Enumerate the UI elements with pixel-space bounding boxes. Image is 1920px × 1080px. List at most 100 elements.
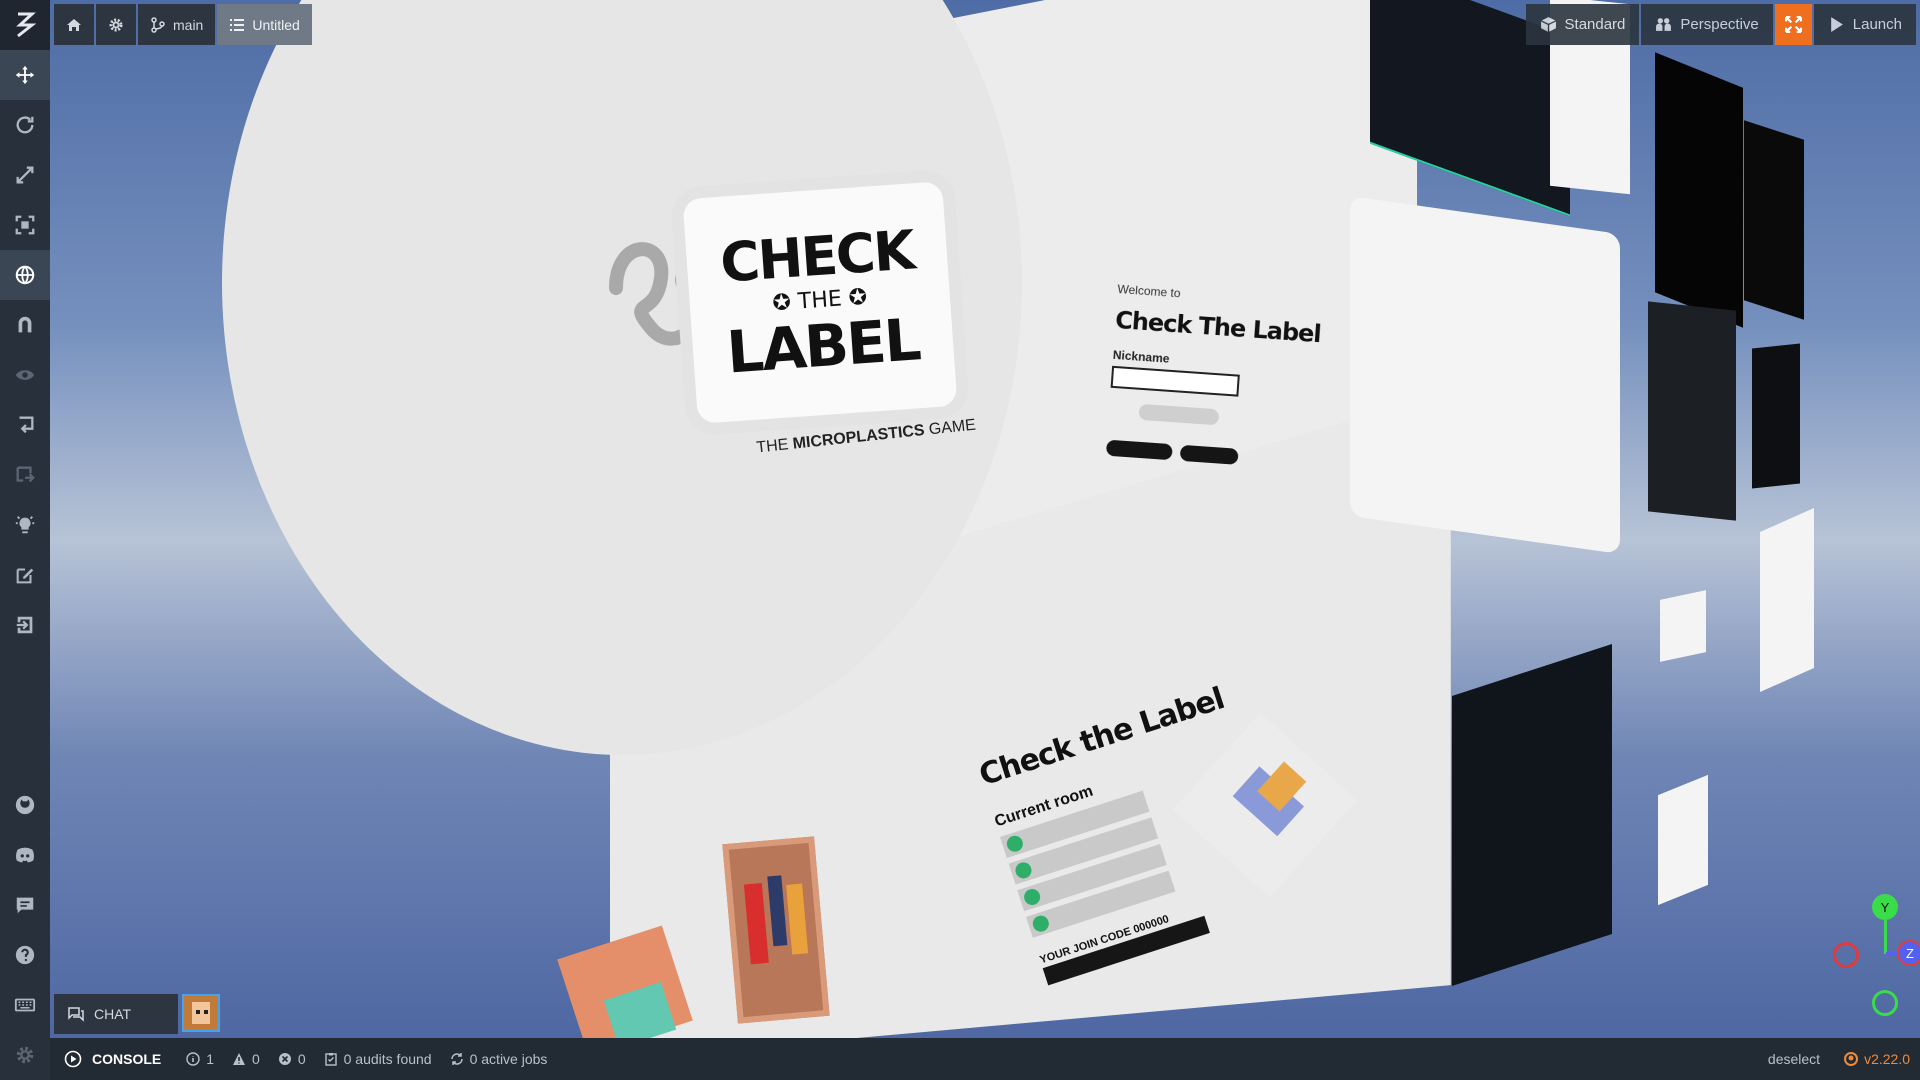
deselect-button[interactable]: deselect	[1768, 1051, 1820, 1067]
people-icon	[1656, 18, 1672, 31]
audits-status[interactable]: 0 audits found	[315, 1051, 441, 1067]
home-icon	[67, 18, 81, 31]
import-icon	[16, 616, 33, 634]
left-toolbar	[0, 0, 50, 1080]
cube-icon	[1540, 17, 1556, 32]
eye-icon	[15, 370, 35, 380]
viewport-3d[interactable]: CHECK ✪ THE ✪ LABEL THE MICROPLASTICS GA…	[50, 0, 1920, 1038]
help-icon	[15, 945, 35, 965]
perspective-button[interactable]: Perspective	[1641, 4, 1773, 45]
import-button[interactable]	[0, 600, 50, 650]
error-count-value: 0	[297, 1051, 306, 1067]
perspective-label: Perspective	[1680, 16, 1759, 33]
edit-button[interactable]	[0, 550, 50, 600]
branch-button[interactable]: main	[138, 4, 216, 45]
chat-icon	[68, 1007, 84, 1022]
app-logo[interactable]	[0, 0, 50, 50]
feedback-button[interactable]	[0, 880, 50, 930]
light-button[interactable]	[0, 500, 50, 550]
scene-screen[interactable]	[1760, 507, 1814, 693]
expand-icon	[1784, 16, 1802, 33]
github-button[interactable]	[0, 780, 50, 830]
move-tool-button[interactable]	[0, 50, 50, 100]
home-button[interactable]	[54, 4, 94, 45]
scene-screen[interactable]	[1350, 196, 1620, 554]
exit-icon	[16, 466, 35, 483]
globe-icon	[15, 265, 35, 285]
git-branch-icon	[151, 16, 165, 33]
scene-screen[interactable]	[1452, 644, 1612, 986]
axis-y-icon[interactable]: Y	[1872, 894, 1898, 920]
scale-icon	[16, 166, 34, 184]
play-circle-icon	[64, 1050, 82, 1068]
scene-screen[interactable]	[1648, 301, 1736, 521]
warning-count[interactable]: 0	[223, 1051, 269, 1067]
axis-z-icon[interactable]: Z	[1897, 940, 1920, 966]
logo-word-label: LABEL	[724, 305, 922, 387]
magnet-icon	[18, 316, 32, 333]
scale-tool-button[interactable]	[0, 150, 50, 200]
settings-button[interactable]	[0, 1030, 50, 1080]
scene-screen[interactable]	[1658, 774, 1708, 906]
exit-button[interactable]	[0, 450, 50, 500]
snap-button[interactable]	[0, 300, 50, 350]
axis-x-icon[interactable]	[1833, 942, 1859, 968]
help-button[interactable]	[0, 930, 50, 980]
avatar[interactable]	[182, 994, 220, 1032]
gear-icon	[16, 1046, 34, 1064]
check-the-label-logo: CHECK ✪ THE ✪ LABEL	[682, 181, 958, 424]
branch-name: main	[173, 16, 204, 33]
logo-icon	[16, 12, 36, 38]
keyboard-icon	[14, 998, 36, 1012]
top-left-toolbar: main Untitled	[54, 4, 312, 45]
logo-word-check: CHECK	[718, 218, 916, 295]
world-space-button[interactable]	[0, 250, 50, 300]
warning-count-value: 0	[252, 1051, 260, 1067]
scene-screen[interactable]	[1660, 590, 1706, 662]
console-button[interactable]: CONSOLE	[50, 1038, 177, 1080]
keyboard-button[interactable]	[0, 980, 50, 1030]
project-button[interactable]: Untitled	[217, 4, 312, 45]
scene-screen[interactable]	[1655, 52, 1743, 328]
version-badge[interactable]: v2.22.0	[1844, 1051, 1910, 1067]
chat-button[interactable]: CHAT	[54, 994, 178, 1034]
gear-icon	[109, 18, 123, 31]
bottom-status-bar: CONSOLE 1 0 0 0 audits found 0 active jo…	[50, 1038, 1920, 1080]
scene-screen[interactable]	[1744, 120, 1804, 320]
axis-gizmo[interactable]: Y Z	[1825, 890, 1920, 1020]
error-count[interactable]: 0	[269, 1051, 315, 1067]
axis-negative-y-icon[interactable]	[1872, 990, 1898, 1016]
rotate-tool-button[interactable]	[0, 100, 50, 150]
scene-screen[interactable]	[1752, 343, 1800, 489]
rotate-icon	[16, 116, 34, 134]
project-settings-button[interactable]	[96, 4, 136, 45]
bounds-icon	[15, 215, 35, 235]
nickname-input[interactable]	[1110, 365, 1240, 397]
sync-icon	[450, 1053, 463, 1065]
fullscreen-button[interactable]	[1774, 4, 1812, 45]
move-icon	[15, 65, 35, 85]
discord-icon	[16, 847, 34, 863]
comment-icon	[16, 897, 34, 914]
standard-button[interactable]: Standard	[1525, 4, 1640, 45]
play-icon	[1830, 17, 1843, 32]
chat-area: CHAT	[54, 994, 220, 1034]
welcome-toggle[interactable]	[1138, 403, 1220, 426]
info-count[interactable]: 1	[177, 1051, 223, 1067]
jobs-label: 0 active jobs	[469, 1051, 548, 1067]
visibility-button[interactable]	[0, 350, 50, 400]
github-icon	[15, 795, 35, 815]
launch-button[interactable]: Launch	[1813, 4, 1916, 45]
list-icon	[230, 18, 245, 31]
enter-button[interactable]	[0, 400, 50, 450]
info-icon	[186, 1052, 200, 1066]
rect-tool-button[interactable]	[0, 200, 50, 250]
enter-icon	[19, 416, 34, 434]
wardrobe-illustration	[722, 836, 830, 1024]
edit-icon	[16, 568, 34, 584]
clipboard-icon	[324, 1053, 337, 1066]
jobs-status[interactable]: 0 active jobs	[441, 1051, 557, 1067]
audits-label: 0 audits found	[343, 1051, 432, 1067]
chat-label: CHAT	[94, 1006, 132, 1022]
discord-button[interactable]	[0, 830, 50, 880]
